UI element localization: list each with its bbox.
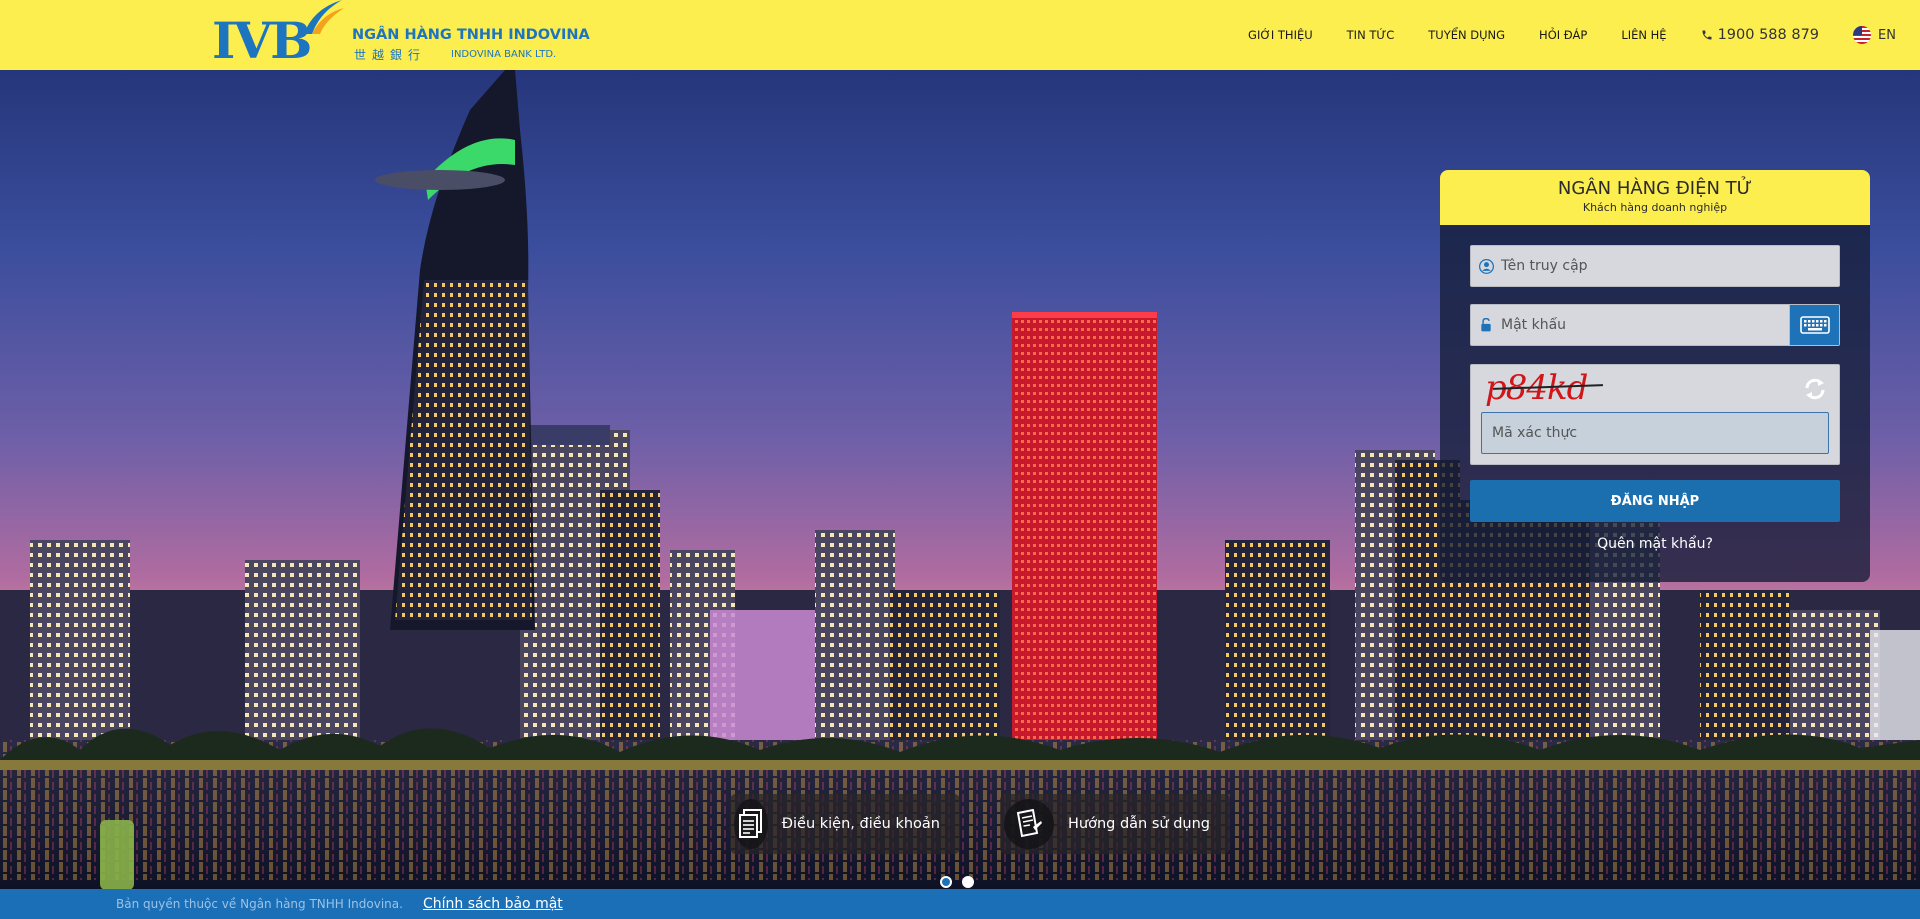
keyboard-icon bbox=[1799, 316, 1830, 334]
nav-item-contact[interactable]: LIÊN HỆ bbox=[1621, 28, 1666, 42]
language-label: EN bbox=[1878, 27, 1896, 43]
carousel-dots bbox=[940, 876, 984, 888]
login-panel: NGÂN HÀNG ĐIỆN TỬ Khách hàng doanh nghiệ… bbox=[1440, 170, 1870, 582]
logo-mark: IVB bbox=[212, 11, 312, 70]
user-guide-button[interactable]: Hướng dẫn sử dụng bbox=[1000, 794, 1230, 854]
user-guide-label: Hướng dẫn sử dụng bbox=[1068, 816, 1210, 832]
top-nav: GIỚI THIỆU TIN TỨC TUYỂN DỤNG HỎI ĐÁP LI… bbox=[1214, 0, 1920, 70]
hotline-number: 1900 588 879 bbox=[1717, 27, 1820, 43]
password-input[interactable] bbox=[1501, 305, 1789, 345]
privacy-policy-link[interactable]: Chính sách bảo mật bbox=[423, 896, 563, 912]
header: IVB NGÂN HÀNG TNHH INDOVINA 世越銀行 INDOVIN… bbox=[0, 0, 1920, 70]
language-switch[interactable]: EN bbox=[1853, 26, 1896, 44]
login-title: NGÂN HÀNG ĐIỆN TỬ bbox=[1557, 178, 1753, 199]
captcha-input[interactable] bbox=[1481, 412, 1829, 454]
us-flag-icon bbox=[1853, 26, 1872, 44]
carousel-dot-2[interactable] bbox=[962, 876, 974, 888]
user-icon bbox=[1471, 258, 1501, 274]
manual-icon bbox=[1004, 799, 1054, 849]
virtual-keyboard-button[interactable] bbox=[1789, 305, 1839, 345]
phone-icon bbox=[1702, 30, 1712, 40]
unlock-icon bbox=[1471, 318, 1501, 332]
password-field bbox=[1470, 304, 1840, 346]
refresh-captcha-button[interactable] bbox=[1803, 377, 1827, 406]
bank-name: NGÂN HÀNG TNHH INDOVINA bbox=[352, 27, 590, 43]
carousel-dot-1[interactable] bbox=[940, 876, 952, 888]
login-header: NGÂN HÀNG ĐIỆN TỬ Khách hàng doanh nghiệ… bbox=[1440, 170, 1870, 225]
hotline[interactable]: 1900 588 879 bbox=[1701, 27, 1819, 43]
bank-name-chinese: 世越銀行 bbox=[354, 48, 427, 62]
login-subtitle: Khách hàng doanh nghiệp bbox=[1582, 201, 1728, 214]
copyright-text: Bản quyền thuộc về Ngân hàng TNHH Indovi… bbox=[116, 897, 403, 911]
logo-swoosh-icon bbox=[304, 0, 344, 34]
nav-item-news[interactable]: TIN TỨC bbox=[1347, 28, 1395, 42]
terms-button[interactable]: Điều kiện, điều khoản bbox=[730, 794, 960, 854]
refresh-icon bbox=[1805, 378, 1825, 400]
terms-label: Điều kiện, điều khoản bbox=[781, 816, 940, 832]
footer: Bản quyền thuộc về Ngân hàng TNHH Indovi… bbox=[0, 889, 1920, 919]
captcha-image: p84kd bbox=[1485, 369, 1605, 407]
nav-item-careers[interactable]: TUYỂN DỤNG bbox=[1428, 28, 1505, 42]
login-button[interactable]: ĐĂNG NHẬP bbox=[1470, 480, 1840, 522]
username-input[interactable] bbox=[1501, 246, 1839, 286]
nav-item-about[interactable]: GIỚI THIỆU bbox=[1248, 28, 1313, 42]
nav-item-faq[interactable]: HỎI ĐÁP bbox=[1539, 28, 1587, 42]
captcha-box: p84kd bbox=[1470, 364, 1840, 465]
forgot-password-link[interactable]: Quên mật khẩu? bbox=[1440, 536, 1870, 552]
document-icon bbox=[734, 799, 768, 849]
bank-name-english: INDOVINA BANK LTD. bbox=[451, 49, 557, 60]
username-field bbox=[1470, 245, 1840, 287]
